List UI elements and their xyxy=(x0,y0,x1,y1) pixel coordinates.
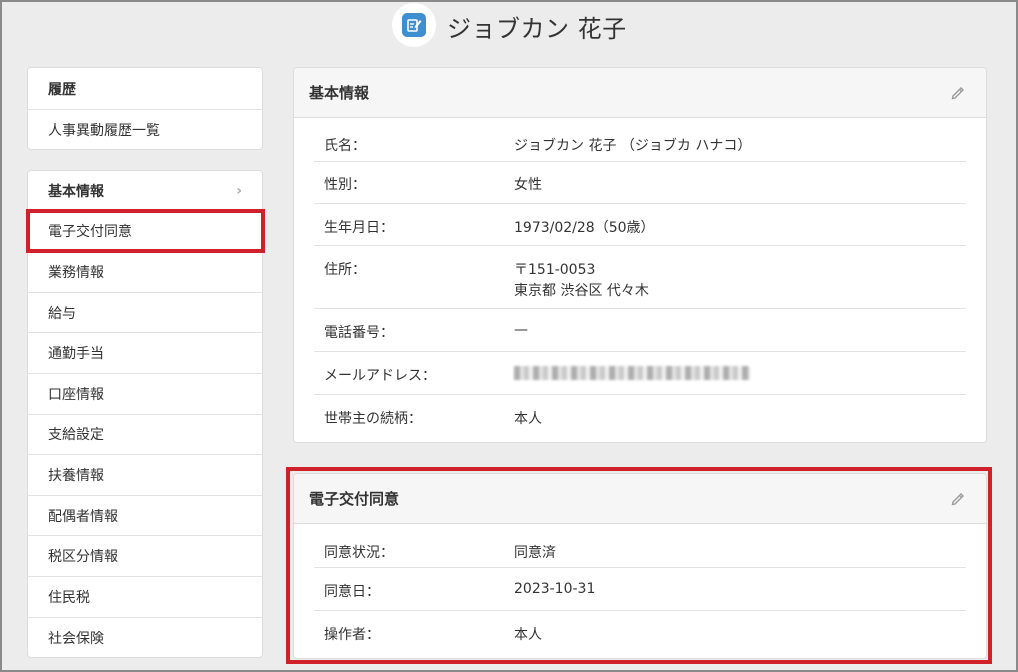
postal-code: 〒151-0053 xyxy=(514,262,596,278)
sidebar-item-spouse[interactable]: 配偶者情報 xyxy=(28,496,262,537)
info-row-address: 住所： 〒151-0053 東京都 渋谷区 代々木 xyxy=(314,246,966,309)
field-value: 本人 xyxy=(514,627,542,643)
sidebar-item-tax-category[interactable]: 税区分情報 xyxy=(28,536,262,577)
info-row-name: 氏名： ジョブカン 花子 （ジョブカ ハナコ） xyxy=(314,118,966,162)
field-value xyxy=(514,365,966,381)
edit-note-icon xyxy=(402,13,426,37)
field-value: — xyxy=(514,322,528,338)
field-label: 同意日： xyxy=(324,584,380,600)
field-label: 世帯主の続柄： xyxy=(324,411,422,427)
sidebar-item-payment-settings[interactable]: 支給設定 xyxy=(28,415,262,456)
consent-row-date: 同意日： 2023-10-31 xyxy=(314,568,966,611)
field-value: ジョブカン 花子 （ジョブカ ハナコ） xyxy=(514,138,752,154)
chevron-right-icon: › xyxy=(236,183,242,199)
sidebar-nav: 基本情報 › 電子交付同意 業務情報 給与 通勤手当 口座情報 支給設定 扶養情… xyxy=(27,170,263,658)
sidebar-item-social-insurance[interactable]: 社会保険 xyxy=(28,618,262,659)
sidebar-item-bank-account[interactable]: 口座情報 xyxy=(28,374,262,415)
info-row-email: メールアドレス： xyxy=(314,352,966,395)
field-label: 氏名： xyxy=(324,138,366,154)
sidebar-item-label: 基本情報 xyxy=(48,183,104,200)
field-value: 〒151-0053 東京都 渋谷区 代々木 xyxy=(514,259,966,303)
sidebar-item-commute[interactable]: 通勤手当 xyxy=(28,333,262,374)
info-row-birthdate: 生年月日： 1973/02/28（50歳） xyxy=(314,204,966,246)
field-label: メールアドレス： xyxy=(324,368,436,384)
field-label: 操作者： xyxy=(324,627,380,643)
profile-header: ジョブカン 花子 xyxy=(0,0,1018,52)
field-label: 性別： xyxy=(324,177,366,193)
avatar xyxy=(392,3,436,47)
employee-name: ジョブカン 花子 xyxy=(447,15,627,43)
basic-info-header: 基本情報 xyxy=(294,68,986,118)
field-label: 電話番号： xyxy=(324,325,394,341)
e-consent-card: 電子交付同意 同意状況： 同意済 同意日： 2023-10-31 操作者： 本人 xyxy=(293,473,987,659)
info-row-gender: 性別： 女性 xyxy=(314,162,966,204)
basic-info-card: 基本情報 氏名： ジョブカン 花子 （ジョブカ ハナコ） 性別： 女性 生年月日… xyxy=(293,67,987,443)
sidebar-item-work-info[interactable]: 業務情報 xyxy=(28,252,262,293)
card-title: 基本情報 xyxy=(309,84,370,102)
pencil-icon[interactable] xyxy=(950,85,966,101)
field-label: 住所： xyxy=(324,262,366,278)
field-value: 1973/02/28（50歳） xyxy=(514,220,655,236)
field-value: 2023-10-31 xyxy=(514,581,596,597)
info-row-relationship: 世帯主の続柄： 本人 xyxy=(314,395,966,438)
sidebar-item-resident-tax[interactable]: 住民税 xyxy=(28,577,262,618)
pencil-icon[interactable] xyxy=(950,491,966,507)
card-title: 電子交付同意 xyxy=(309,490,400,508)
field-value: 本人 xyxy=(514,411,542,427)
history-title: 履歴 xyxy=(28,68,262,110)
address-line: 東京都 渋谷区 代々木 xyxy=(514,283,649,299)
consent-row-operator: 操作者： 本人 xyxy=(314,611,966,654)
e-consent-header: 電子交付同意 xyxy=(294,474,986,524)
field-label: 生年月日： xyxy=(324,220,394,236)
consent-row-status: 同意状況： 同意済 xyxy=(314,524,966,568)
redacted-email xyxy=(514,366,750,380)
info-row-phone: 電話番号： — xyxy=(314,309,966,352)
history-panel: 履歴 人事異動履歴一覧 xyxy=(27,67,263,150)
sidebar-item-dependents[interactable]: 扶養情報 xyxy=(28,455,262,496)
sidebar-item-transfer-history[interactable]: 人事異動履歴一覧 xyxy=(28,110,262,150)
sidebar-item-salary[interactable]: 給与 xyxy=(28,293,262,334)
field-label: 同意状況： xyxy=(324,545,394,561)
sidebar-item-basic-info[interactable]: 基本情報 › xyxy=(28,171,262,212)
sidebar-item-e-consent[interactable]: 電子交付同意 xyxy=(28,212,262,253)
field-value: 同意済 xyxy=(514,545,556,561)
field-value: 女性 xyxy=(514,177,542,193)
